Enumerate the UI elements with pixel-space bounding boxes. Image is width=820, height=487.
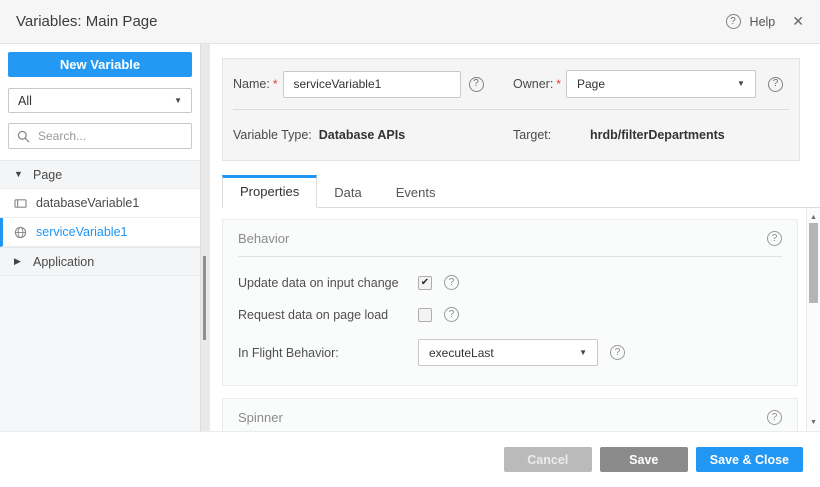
save-button[interactable]: Save <box>600 447 688 472</box>
owner-field-group: Owner: * Page ▼ ? <box>513 70 789 98</box>
tree-node-application[interactable]: ▶ Application <box>0 247 200 276</box>
inflight-behavior-select[interactable]: executeLast ▼ <box>418 339 598 366</box>
chevron-down-icon: ▼ <box>174 97 182 105</box>
target-label: Target: <box>513 128 583 142</box>
check-icon: ✔ <box>421 278 429 288</box>
tree-node-database-variable[interactable]: databaseVariable1 <box>0 189 200 218</box>
owner-select-value: Page <box>577 77 605 91</box>
target-group: Target: hrdb/filterDepartments <box>513 128 789 142</box>
detail-tabs: Properties Data Events <box>222 175 820 208</box>
sidebar-divider <box>200 44 210 431</box>
spinner-help-icon[interactable]: ? <box>767 410 782 425</box>
inflight-behavior-value: executeLast <box>429 346 494 360</box>
update-data-checkbox[interactable]: ✔ <box>418 276 432 290</box>
section-divider <box>238 256 782 257</box>
new-variable-button[interactable]: New Variable <box>8 52 192 77</box>
pane-scrollbar[interactable]: ▲ ▼ <box>806 208 820 431</box>
properties-pane-content: Behavior ? Update data on input change ✔… <box>222 219 798 431</box>
owner-select[interactable]: Page ▼ <box>566 70 756 98</box>
tab-events[interactable]: Events <box>379 177 453 208</box>
request-data-checkbox[interactable]: ✔ <box>418 308 432 322</box>
help-icon-glyph: ? <box>772 234 778 244</box>
service-variable-icon <box>14 226 27 239</box>
behavior-section-header: Behavior ? <box>238 231 782 246</box>
spinner-section-title: Spinner <box>238 410 283 425</box>
tree-node-label: databaseVariable1 <box>36 196 139 210</box>
dialog-footer: Cancel Save Save & Close <box>0 432 820 487</box>
name-help-icon[interactable]: ? <box>469 77 484 92</box>
inflight-behavior-help-icon[interactable]: ? <box>610 345 625 360</box>
save-and-close-button[interactable]: Save & Close <box>696 447 803 472</box>
help-icon-glyph: ? <box>449 278 455 288</box>
owner-label: Owner: <box>513 77 553 91</box>
close-icon[interactable]: ✕ <box>792 13 804 30</box>
spinner-section-header: Spinner ? <box>238 410 782 425</box>
update-data-row: Update data on input change ✔ ? <box>238 275 782 290</box>
tree-node-label: Application <box>33 255 94 269</box>
name-label: Name: <box>233 77 270 91</box>
scrollbar-thumb[interactable] <box>809 223 818 303</box>
tree-node-service-variable[interactable]: serviceVariable1 <box>0 218 200 247</box>
database-variable-icon <box>14 198 27 209</box>
caret-down-icon: ▼ <box>14 170 24 179</box>
help-icon-glyph: ? <box>773 79 779 89</box>
type-target-row: Variable Type: Database APIs Target: hrd… <box>223 110 799 160</box>
tree-node-label: serviceVariable1 <box>36 225 127 239</box>
tab-properties[interactable]: Properties <box>222 175 317 208</box>
variable-filter-select[interactable]: All ▼ <box>8 88 192 113</box>
help-icon-glyph: ? <box>615 348 621 358</box>
variable-summary-box: Name: * ? Owner: * Page ▼ ? <box>222 58 800 161</box>
chevron-down-icon: ▼ <box>579 349 587 357</box>
help-icon-glyph: ? <box>449 310 455 320</box>
sidebar-scrollbar-thumb[interactable] <box>203 256 206 340</box>
inflight-behavior-label: In Flight Behavior: <box>238 346 418 360</box>
variable-type-label: Variable Type: <box>233 128 312 142</box>
variables-sidebar: New Variable All ▼ ▼ Page databaseVariab <box>0 44 200 431</box>
request-data-label: Request data on page load <box>238 308 418 322</box>
page-title: Variables: Main Page <box>16 13 157 30</box>
behavior-help-icon[interactable]: ? <box>767 231 782 246</box>
required-marker: * <box>556 77 561 91</box>
variable-type-value: Database APIs <box>319 128 405 142</box>
update-data-label: Update data on input change <box>238 276 418 290</box>
spinner-section: Spinner ? <box>222 398 798 431</box>
update-data-help-icon[interactable]: ? <box>444 275 459 290</box>
help-icon-glyph: ? <box>473 79 479 89</box>
variable-search <box>8 123 192 149</box>
name-owner-row: Name: * ? Owner: * Page ▼ ? <box>223 59 799 109</box>
header-actions: ? Help ✕ <box>726 13 804 30</box>
help-icon-glyph: ? <box>730 17 736 27</box>
dialog-header: Variables: Main Page ? Help ✕ <box>0 0 820 44</box>
request-data-row: Request data on page load ✔ ? <box>238 307 782 322</box>
request-data-help-icon[interactable]: ? <box>444 307 459 322</box>
owner-help-icon[interactable]: ? <box>768 77 783 92</box>
inflight-behavior-row: In Flight Behavior: executeLast ▼ ? <box>238 339 782 366</box>
name-input[interactable] <box>283 71 461 98</box>
search-icon <box>17 130 30 143</box>
caret-right-icon: ▶ <box>14 257 24 266</box>
cancel-button[interactable]: Cancel <box>504 447 592 472</box>
behavior-section-title: Behavior <box>238 231 289 246</box>
scroll-up-icon[interactable]: ▲ <box>807 211 820 223</box>
help-link[interactable]: Help <box>750 15 776 29</box>
chevron-down-icon: ▼ <box>737 80 745 88</box>
help-icon[interactable]: ? <box>726 14 741 29</box>
scroll-down-icon[interactable]: ▼ <box>807 416 820 428</box>
target-value: hrdb/filterDepartments <box>590 128 725 142</box>
properties-pane: Behavior ? Update data on input change ✔… <box>210 208 820 431</box>
tree-node-page[interactable]: ▼ Page <box>0 160 200 189</box>
variable-filter-value: All <box>18 94 32 108</box>
variable-type-group: Variable Type: Database APIs <box>233 128 513 142</box>
search-input[interactable] <box>36 128 183 144</box>
help-icon-glyph: ? <box>772 413 778 423</box>
required-marker: * <box>273 77 278 91</box>
sidebar-empty-area <box>0 276 200 431</box>
tab-data[interactable]: Data <box>317 177 378 208</box>
dialog-body: New Variable All ▼ ▼ Page databaseVariab <box>0 44 820 432</box>
behavior-section: Behavior ? Update data on input change ✔… <box>222 219 798 386</box>
variable-detail-panel: Name: * ? Owner: * Page ▼ ? <box>210 44 820 431</box>
tree-node-label: Page <box>33 168 62 182</box>
name-field-group: Name: * ? <box>233 71 513 98</box>
variables-dialog: Variables: Main Page ? Help ✕ New Variab… <box>0 0 820 487</box>
